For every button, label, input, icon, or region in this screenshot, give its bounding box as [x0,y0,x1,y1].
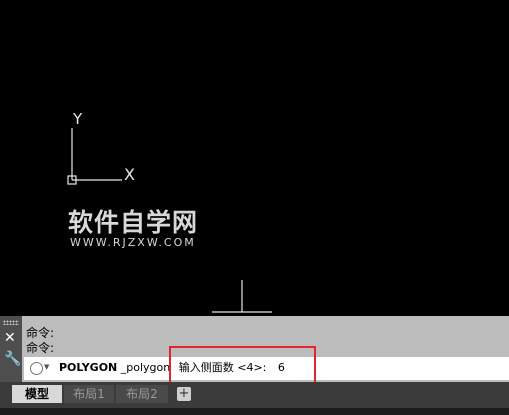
tab-layout2[interactable]: 布局2 [116,385,168,403]
command-name: POLYGON [59,361,118,374]
command-history-line: 命令: [26,341,55,355]
command-sub: _polygon [120,361,171,374]
ucs-x-label: X [124,165,135,184]
command-search-icon[interactable] [30,362,43,375]
ucs-y-label: Y [72,110,83,128]
wrench-icon[interactable]: 🔧 [4,352,21,366]
tab-layout1[interactable]: 布局1 [64,385,114,403]
drawing-canvas[interactable]: Y X 软件自学网 WWW.RJZXW.COM [0,0,509,316]
add-layout-button[interactable]: + [177,387,191,401]
watermark-main: 软件自学网 [68,208,199,237]
command-history-line: 命令: [26,326,55,340]
status-bar [0,408,509,415]
watermark: 软件自学网 WWW.RJZXW.COM [68,209,198,249]
chevron-down-icon[interactable]: ▼ [44,363,49,371]
grip-dots-icon[interactable] [3,320,19,325]
close-icon[interactable]: ✕ [4,331,16,345]
tab-model[interactable]: 模型 [12,385,62,403]
command-panel-grip[interactable]: ✕ 🔧 [0,316,22,382]
ucs-icon: Y X [67,110,272,313]
watermark-url: WWW.RJZXW.COM [70,236,196,249]
